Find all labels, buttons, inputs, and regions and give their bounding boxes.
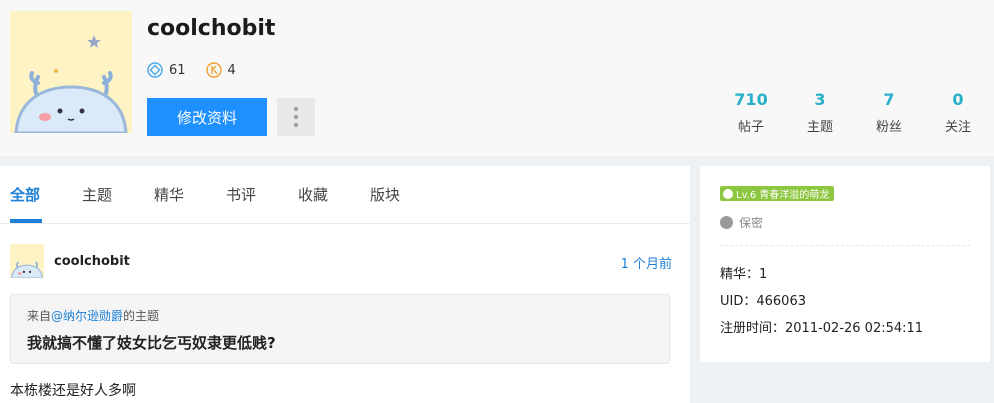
profile-counts: 710 帖子 3 主题 7 粉丝 0 关注 — [0, 90, 994, 140]
digest-count: 精华：1 — [720, 267, 768, 282]
profile-sidebar: Lv.6 青春洋溢的萌龙 保密 精华：1 UID：466063 注册时间：201… — [700, 166, 990, 362]
privacy-status: 保密 — [720, 214, 763, 231]
diamond-value: 61 — [169, 62, 186, 78]
coin-icon — [205, 62, 222, 78]
diamond-badge[interactable]: 61 — [147, 62, 186, 78]
count-posts[interactable]: 710 帖子 — [721, 90, 781, 135]
tab-bar: 全部 主题 精华 书评 收藏 版块 — [0, 166, 690, 224]
main-panel: 全部 主题 精华 书评 收藏 版块 coolchobit 1 个月前 来自@纳尔… — [0, 166, 690, 403]
quoted-topic[interactable]: 来自@纳尔逊勋爵的主题 我就搞不懂了妓女比乞丐奴隶更低贱? — [10, 294, 670, 364]
count-topics[interactable]: 3 主题 — [790, 90, 850, 135]
level-label: Lv.6 青春洋溢的萌龙 — [736, 190, 830, 201]
count-followers[interactable]: 7 粉丝 — [859, 90, 919, 135]
user-uid: UID：466063 — [720, 294, 806, 309]
quote-title[interactable]: 我就搞不懂了妓女比乞丐奴隶更低贱? — [27, 332, 276, 353]
active-tab-indicator — [10, 219, 42, 223]
tab-topics[interactable]: 主题 — [82, 184, 112, 205]
post-avatar[interactable] — [10, 244, 44, 278]
count-value: 7 — [883, 90, 895, 109]
divider — [720, 245, 970, 246]
quote-source: 来自@纳尔逊勋爵的主题 — [27, 307, 159, 324]
gender-icon — [720, 216, 733, 229]
tab-favorites[interactable]: 收藏 — [298, 184, 328, 205]
post-time[interactable]: 1 个月前 — [621, 253, 672, 272]
quote-suffix: 的主题 — [123, 309, 160, 323]
level-icon — [723, 188, 733, 199]
privacy-label: 保密 — [739, 216, 764, 230]
tab-all[interactable]: 全部 — [10, 184, 40, 205]
count-label: 粉丝 — [875, 120, 902, 135]
profile-username: coolchobit — [147, 16, 276, 41]
count-label: 帖子 — [737, 120, 764, 135]
quote-prefix: 来自 — [27, 309, 52, 323]
tab-reviews[interactable]: 书评 — [226, 184, 256, 205]
count-value: 3 — [814, 90, 826, 109]
coin-badge[interactable]: 4 — [205, 62, 236, 78]
profile-header: coolchobit 61 4 修改资料 710 帖子 3 主题 7 粉丝 0 … — [0, 0, 994, 156]
count-label: 关注 — [944, 120, 971, 135]
count-value: 710 — [734, 90, 768, 109]
post-body: 本栋楼还是好人多啊 — [10, 383, 136, 399]
stat-badges: 61 4 — [147, 62, 256, 78]
post-header: coolchobit 1 个月前 — [10, 244, 672, 280]
tab-boards[interactable]: 版块 — [370, 184, 400, 205]
tab-digest[interactable]: 精华 — [154, 184, 184, 205]
register-time: 注册时间：2011-02-26 02:54:11 — [720, 321, 924, 336]
count-following[interactable]: 0 关注 — [928, 90, 988, 135]
post-username[interactable]: coolchobit — [54, 254, 130, 269]
level-badge: Lv.6 青春洋溢的萌龙 — [720, 186, 835, 201]
count-value: 0 — [952, 90, 964, 109]
coin-value: 4 — [227, 62, 236, 78]
diamond-icon — [147, 62, 163, 78]
quote-author-link[interactable]: @纳尔逊勋爵 — [51, 309, 123, 323]
count-label: 主题 — [806, 120, 833, 135]
